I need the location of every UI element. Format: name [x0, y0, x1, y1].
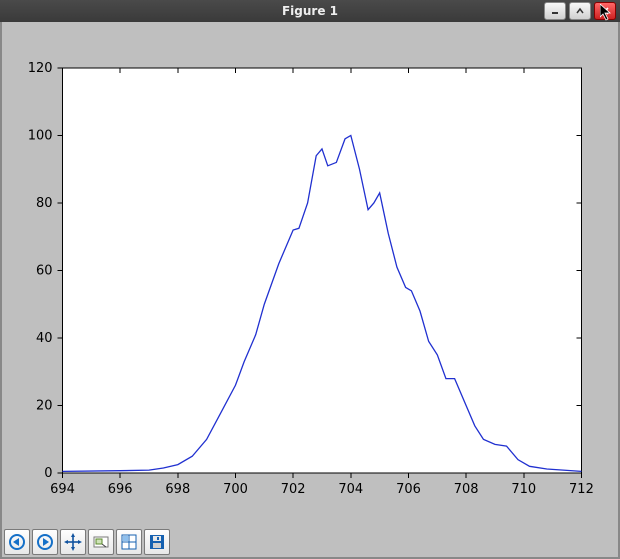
y-tick-label: 40	[36, 331, 53, 346]
y-tick-label: 120	[28, 61, 53, 76]
subplots-icon	[120, 533, 138, 551]
move-icon	[64, 533, 82, 551]
x-tick-label: 710	[511, 482, 536, 497]
zoom-rect-icon	[92, 533, 110, 551]
toolbar-pan-button[interactable]	[60, 529, 86, 555]
toolbar-zoom-button[interactable]	[88, 529, 114, 555]
y-tick-label: 20	[36, 399, 53, 414]
window-close-button[interactable]	[594, 2, 616, 20]
axes-frame	[62, 68, 581, 473]
x-tick-label: 702	[281, 482, 306, 497]
window-maximize-button[interactable]	[569, 2, 591, 20]
x-tick-label: 706	[396, 482, 421, 497]
x-tick-label: 708	[454, 482, 479, 497]
window-titlebar: Figure 1	[0, 0, 620, 23]
figure-toolbar	[4, 529, 170, 555]
x-tick-label: 698	[165, 482, 190, 497]
y-tick-label: 100	[28, 128, 53, 143]
toolbar-forward-button[interactable]	[32, 529, 58, 555]
y-tick-label: 80	[36, 196, 53, 211]
window-client-area: 694 696 698 700 702 704 706 708 710 712 0 20 40 60 80 1…	[0, 22, 620, 559]
window-minimize-button[interactable]	[544, 2, 566, 20]
toolbar-back-button[interactable]	[4, 529, 30, 555]
x-tick-label: 696	[108, 482, 133, 497]
save-icon	[148, 533, 166, 551]
figure-canvas: 694 696 698 700 702 704 706 708 710 712 0 20 40 60 80 1…	[6, 26, 614, 525]
minimize-icon	[550, 6, 560, 16]
toolbar-subplots-button[interactable]	[116, 529, 142, 555]
toolbar-save-button[interactable]	[144, 529, 170, 555]
close-icon	[600, 6, 610, 16]
arrow-right-icon	[36, 533, 54, 551]
chart-svg: 694 696 698 700 702 704 706 708 710 712 0 20 40 60 80 1…	[6, 26, 614, 525]
x-tick-label: 700	[223, 482, 248, 497]
x-tick-label: 712	[569, 482, 594, 497]
x-tick-label: 694	[50, 482, 75, 497]
arrow-left-icon	[8, 533, 26, 551]
y-tick-label: 0	[44, 466, 52, 481]
window-title: Figure 1	[0, 4, 620, 18]
y-tick-label: 60	[36, 264, 53, 279]
maximize-icon	[575, 6, 585, 16]
x-tick-label: 704	[338, 482, 363, 497]
